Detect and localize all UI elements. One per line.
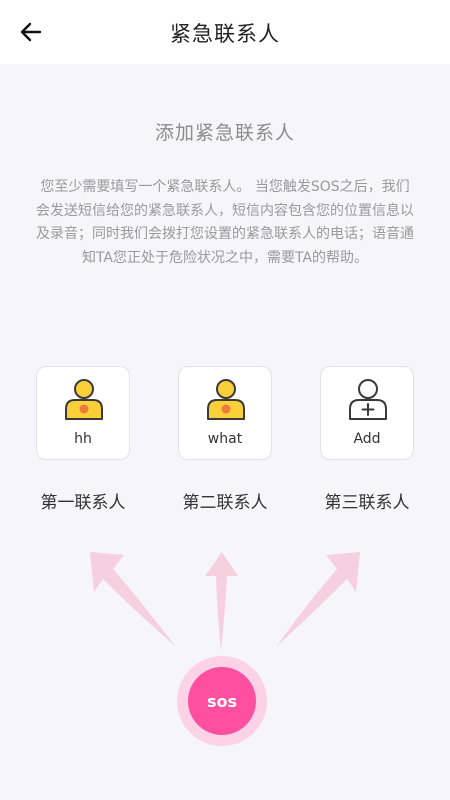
person-filled-icon bbox=[65, 379, 103, 420]
top-bar: 紧急联系人 bbox=[0, 0, 450, 64]
description-text: 您至少需要填写一个紧急联系人。 当您触发SOS之后，我们会发送短信给您的紧急联系… bbox=[36, 179, 414, 266]
arrow-left-curved-icon bbox=[90, 552, 175, 646]
contact-label-2: 第二联系人 bbox=[182, 493, 268, 513]
contact-card-3[interactable]: Add bbox=[320, 366, 414, 460]
contact-name: what bbox=[207, 431, 243, 447]
contact-name: hh bbox=[74, 431, 92, 447]
page-title: 紧急联系人 bbox=[170, 22, 280, 46]
contact-card-1[interactable]: hh bbox=[36, 366, 130, 460]
arrows-decoration bbox=[90, 552, 360, 650]
contact-label-1: 第一联系人 bbox=[40, 493, 126, 513]
person-filled-icon bbox=[207, 379, 245, 420]
arrow-up-icon bbox=[205, 552, 238, 650]
contact-label-3: 第三联系人 bbox=[324, 493, 410, 513]
contact-card-2[interactable]: what bbox=[178, 366, 272, 460]
sos-button[interactable]: sos bbox=[188, 667, 256, 735]
arrow-right-curved-icon bbox=[277, 552, 360, 646]
contact-name: Add bbox=[353, 431, 381, 447]
person-add-outline-icon bbox=[349, 379, 387, 420]
section-title: 添加紧急联系人 bbox=[154, 122, 295, 144]
